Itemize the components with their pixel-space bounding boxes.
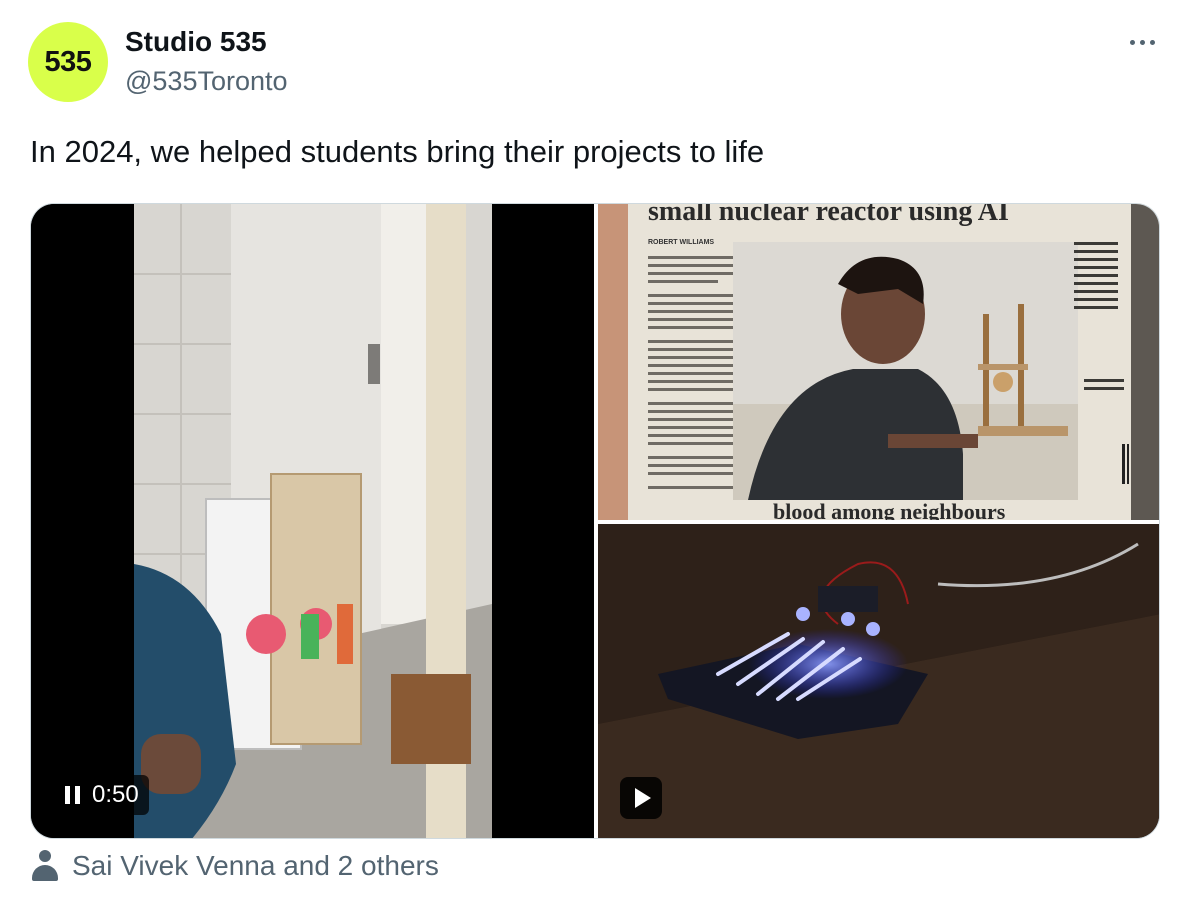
robot-hand-image [598,524,1159,838]
newspaper-image: small nuclear reactor using AI ROBERT WI… [598,204,1159,520]
play-icon[interactable] [620,777,662,819]
handle[interactable]: @535Toronto [125,66,288,97]
avatar-text: 535 [44,45,92,78]
video-frame [31,204,594,838]
robot-hand-gif[interactable] [598,524,1159,838]
news-byline: ROBERT WILLIAMS [648,239,714,246]
news-footer-headline: blood among neighbours [773,499,1006,520]
avatar[interactable]: 535 [28,22,108,102]
more-options-icon[interactable] [1124,30,1160,54]
newspaper-photo[interactable]: small nuclear reactor using AI ROBERT WI… [598,204,1159,520]
pause-icon[interactable] [65,786,80,804]
tagged-users[interactable]: Sai Vivek Venna and 2 others [30,850,439,882]
person-icon [30,850,60,882]
video-duration: 0:50 [92,781,139,808]
tagged-users-text: Sai Vivek Venna and 2 others [72,850,439,881]
video-player[interactable]: 0:50 [31,204,594,838]
display-name[interactable]: Studio 535 [125,26,267,58]
video-controls: 0:50 [55,775,149,815]
tweet-text: In 2024, we helped students bring their … [30,134,765,169]
news-headline: small nuclear reactor using AI [648,204,1009,227]
media-grid: 0:50 small nuclear reactor using AI ROBE… [30,203,1160,839]
